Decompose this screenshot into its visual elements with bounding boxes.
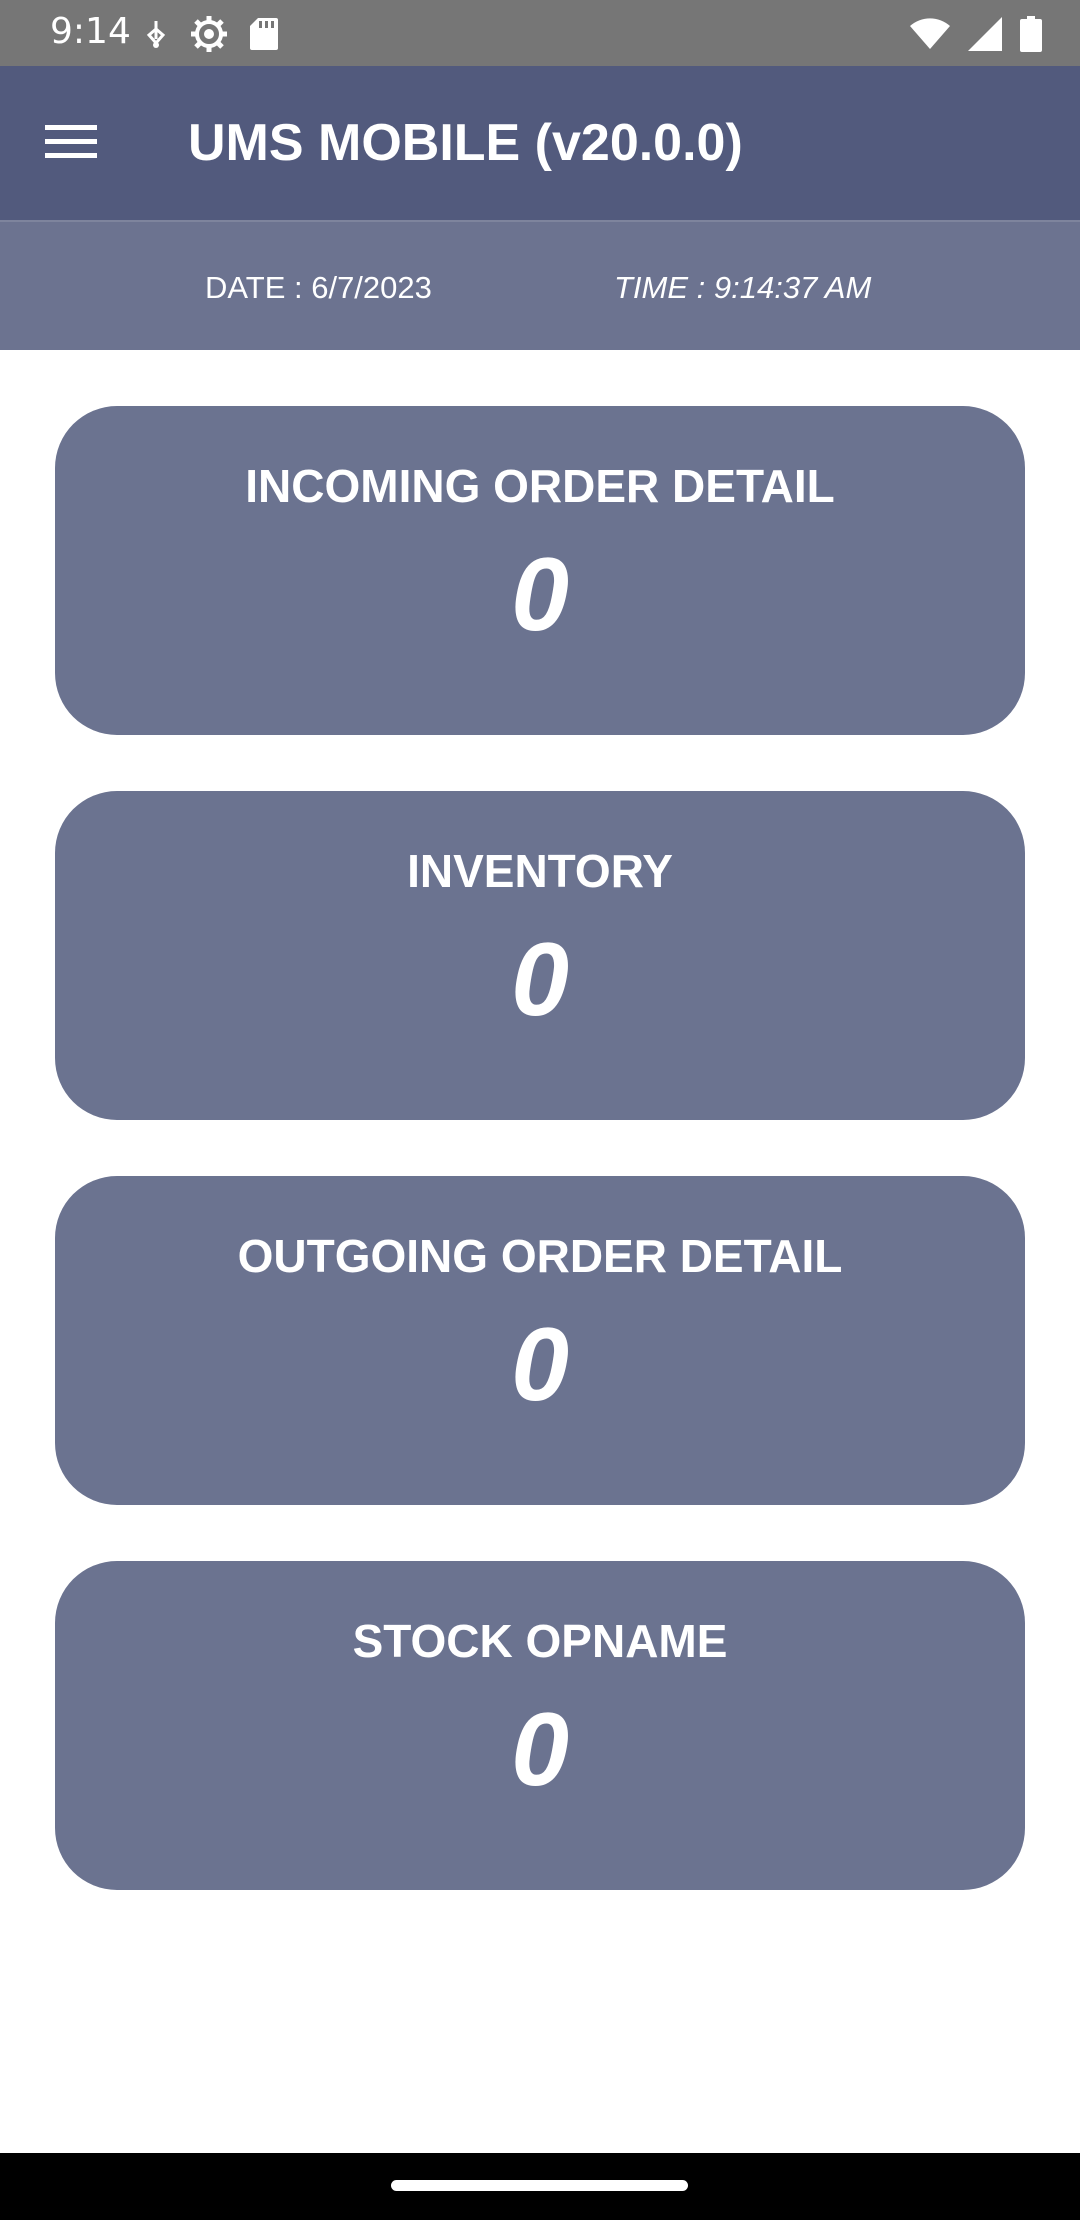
- app-title: UMS MOBILE (v20.0.0): [188, 114, 743, 172]
- card-count: 0: [511, 1692, 569, 1808]
- usb-debug-icon: [144, 19, 168, 49]
- wifi-icon: [910, 18, 950, 50]
- incoming-order-detail-card[interactable]: INCOMING ORDER DETAIL 0: [55, 406, 1025, 735]
- home-gesture-handle[interactable]: [391, 2180, 688, 2191]
- card-title: INVENTORY: [407, 845, 673, 897]
- time-label: TIME : 9:14:37 AM: [614, 270, 872, 305]
- settings-gear-icon: [190, 15, 228, 53]
- card-count: 0: [511, 1307, 569, 1423]
- battery-icon: [1020, 16, 1042, 52]
- status-right-icons: [910, 14, 1042, 54]
- card-title: STOCK OPNAME: [352, 1615, 728, 1667]
- app-bar: UMS MOBILE (v20.0.0): [0, 66, 1080, 220]
- status-bar: 9:14: [0, 0, 1080, 66]
- outgoing-order-detail-card[interactable]: OUTGOING ORDER DETAIL 0: [55, 1176, 1025, 1505]
- menu-button[interactable]: [28, 102, 114, 184]
- card-title: INCOMING ORDER DETAIL: [245, 460, 835, 512]
- signal-icon: [968, 17, 1002, 51]
- status-left-icons: [144, 14, 278, 54]
- navigation-bar: [0, 2153, 1080, 2220]
- sd-card-icon: [250, 17, 278, 51]
- card-title: OUTGOING ORDER DETAIL: [237, 1230, 843, 1282]
- date-label: DATE : 6/7/2023: [205, 270, 432, 305]
- stock-opname-card[interactable]: STOCK OPNAME 0: [55, 1561, 1025, 1890]
- inventory-card[interactable]: INVENTORY 0: [55, 791, 1025, 1120]
- status-time: 9:14: [50, 11, 131, 52]
- datetime-bar: DATE : 6/7/2023 TIME : 9:14:37 AM: [0, 220, 1080, 350]
- hamburger-menu-icon[interactable]: [45, 123, 97, 164]
- card-count: 0: [511, 922, 569, 1038]
- card-count: 0: [511, 537, 569, 653]
